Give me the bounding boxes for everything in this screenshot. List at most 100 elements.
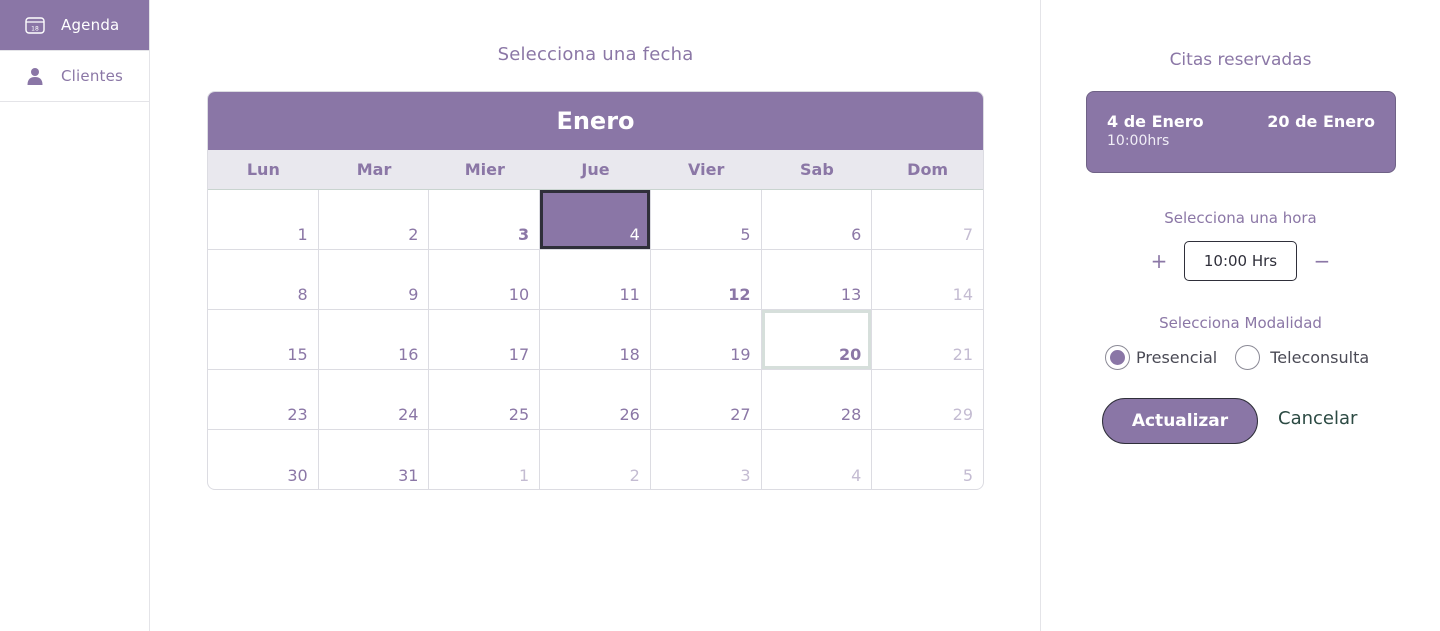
calendar-day-number: 9 — [408, 285, 419, 304]
calendar-day-number: 27 — [730, 405, 751, 424]
calendar-day[interactable]: 25 — [429, 370, 541, 430]
calendar-day-number: 7 — [962, 225, 973, 244]
calendar-day[interactable]: 3 — [429, 190, 541, 250]
svg-text:18: 18 — [31, 26, 39, 33]
mode-label: Selecciona Modalidad — [1159, 314, 1322, 332]
calendar-day-number: 15 — [287, 345, 308, 364]
sidebar-item-label: Clientes — [61, 67, 124, 85]
calendar-day[interactable]: 27 — [650, 370, 762, 430]
sidebar: 18 Agenda Clientes — [0, 0, 150, 631]
radio-presencial[interactable] — [1105, 345, 1130, 370]
calendar-day[interactable]: 17 — [429, 310, 541, 370]
calendar-day[interactable]: 15 — [208, 310, 319, 370]
calendar-day[interactable]: 29 — [872, 370, 983, 430]
calendar-day[interactable]: 11 — [540, 250, 651, 310]
weekday-label: Dom — [907, 160, 949, 179]
calendar-day[interactable]: 20 — [761, 310, 873, 370]
calendar-day[interactable]: 12 — [650, 250, 762, 310]
weekday-label: Mar — [356, 160, 392, 179]
calendar-month: Enero — [208, 92, 983, 150]
calendar-day[interactable]: 6 — [761, 190, 873, 250]
calendar-day-number: 10 — [508, 285, 530, 304]
time-label: Selecciona una hora — [1164, 209, 1317, 227]
weekday-label: Sab — [800, 160, 834, 179]
calendar-day[interactable]: 5 — [872, 430, 983, 489]
calendar-day[interactable]: 14 — [872, 250, 983, 310]
calendar-day[interactable]: 18 — [540, 310, 651, 370]
calendar-day-number: 25 — [508, 405, 530, 424]
calendar-day-number: 6 — [851, 225, 862, 244]
calendar-day-number: 3 — [518, 225, 530, 244]
calendar-day-number: 20 — [839, 345, 862, 364]
calendar-day[interactable]: 26 — [540, 370, 651, 430]
calendar-day-number: 1 — [518, 466, 530, 485]
radio-teleconsulta[interactable] — [1235, 345, 1261, 370]
booked-appointment-card[interactable]: 4 de Enero 20 de Enero 10:00hrs — [1086, 91, 1396, 173]
calendar-day-number: 30 — [287, 466, 308, 485]
calendar-day[interactable]: 2 — [318, 190, 430, 250]
appointment-panel: Citas reservadas 4 de Enero 20 de Enero … — [1041, 0, 1440, 631]
calendar-day-number: 21 — [952, 345, 973, 364]
calendar-day[interactable]: 24 — [318, 370, 430, 430]
weekday-label: Mier — [464, 160, 505, 179]
calendar-day-number: 12 — [728, 285, 751, 304]
calendar-day[interactable]: 7 — [872, 190, 983, 250]
calendar-day-number: 19 — [730, 345, 751, 364]
calendar-day[interactable]: 16 — [318, 310, 430, 370]
update-button[interactable]: Actualizar — [1102, 398, 1258, 444]
main-content: Selecciona una fecha Enero Lun Mar Mier … — [150, 0, 1041, 631]
calendar-day-number: 5 — [962, 466, 973, 485]
calendar-day[interactable]: 19 — [650, 310, 762, 370]
calendar-day[interactable]: 13 — [761, 250, 873, 310]
calendar-day[interactable]: 1 — [429, 430, 541, 489]
calendar-day-number: 2 — [629, 466, 640, 485]
radio-selected-dot — [1110, 350, 1125, 365]
calendar-icon: 18 — [25, 15, 45, 35]
calendar-day[interactable]: 3 — [651, 430, 762, 489]
decrement-time-button[interactable]: − — [1310, 249, 1334, 273]
calendar-day[interactable]: 1 — [208, 190, 319, 250]
calendar-day[interactable]: 23 — [208, 370, 319, 430]
calendar-day[interactable]: 8 — [208, 250, 319, 310]
booked-date-end: 20 de Enero — [1267, 112, 1375, 131]
calendar-day-number: 1 — [297, 225, 308, 244]
radio-label-presencial[interactable]: Presencial — [1136, 348, 1217, 367]
calendar-day-number: 31 — [398, 466, 419, 485]
calendar-day[interactable]: 30 — [208, 430, 319, 489]
cancel-button[interactable]: Cancelar — [1278, 408, 1357, 429]
increment-time-button[interactable]: + — [1147, 249, 1171, 273]
calendar-day-number: 29 — [952, 405, 973, 424]
calendar-day-number: 18 — [619, 345, 640, 364]
calendar-day-number: 14 — [952, 285, 973, 304]
calendar-day[interactable]: 2 — [540, 430, 651, 489]
booked-dates: 4 de Enero 20 de Enero — [1107, 112, 1375, 131]
calendar-day-number: 2 — [408, 225, 419, 244]
calendar: Enero Lun Mar Mier Jue Vier Sab Dom 1234… — [207, 91, 984, 490]
calendar-day-number: 4 — [629, 225, 640, 244]
panel-title: Citas reservadas — [1169, 50, 1312, 70]
calendar-day[interactable]: 21 — [872, 310, 983, 370]
calendar-day-selected[interactable]: 4 — [540, 190, 651, 250]
sidebar-item-agenda[interactable]: 18 Agenda — [0, 0, 149, 51]
calendar-day-number: 3 — [740, 466, 751, 485]
calendar-weekdays: Lun Mar Mier Jue Vier Sab Dom — [208, 150, 983, 190]
calendar-day[interactable]: 10 — [429, 250, 541, 310]
calendar-day-number: 26 — [619, 405, 640, 424]
calendar-day[interactable]: 28 — [761, 370, 873, 430]
time-input[interactable] — [1184, 241, 1297, 281]
calendar-day[interactable]: 5 — [650, 190, 762, 250]
sidebar-item-clientes[interactable]: Clientes — [0, 51, 149, 102]
user-icon — [25, 66, 45, 86]
calendar-day[interactable]: 9 — [318, 250, 430, 310]
radio-label-teleconsulta[interactable]: Teleconsulta — [1270, 348, 1369, 367]
sidebar-item-label: Agenda — [61, 16, 120, 34]
calendar-day-number: 17 — [508, 345, 530, 364]
weekday-label: Jue — [581, 160, 610, 179]
calendar-day-number: 4 — [851, 466, 862, 485]
calendar-day[interactable]: 4 — [762, 430, 873, 489]
calendar-day-number: 5 — [740, 225, 751, 244]
calendar-day[interactable]: 31 — [319, 430, 430, 489]
calendar-day-number: 16 — [398, 345, 419, 364]
time-selector: + − — [1041, 241, 1440, 281]
weekday-label: Vier — [688, 160, 725, 179]
